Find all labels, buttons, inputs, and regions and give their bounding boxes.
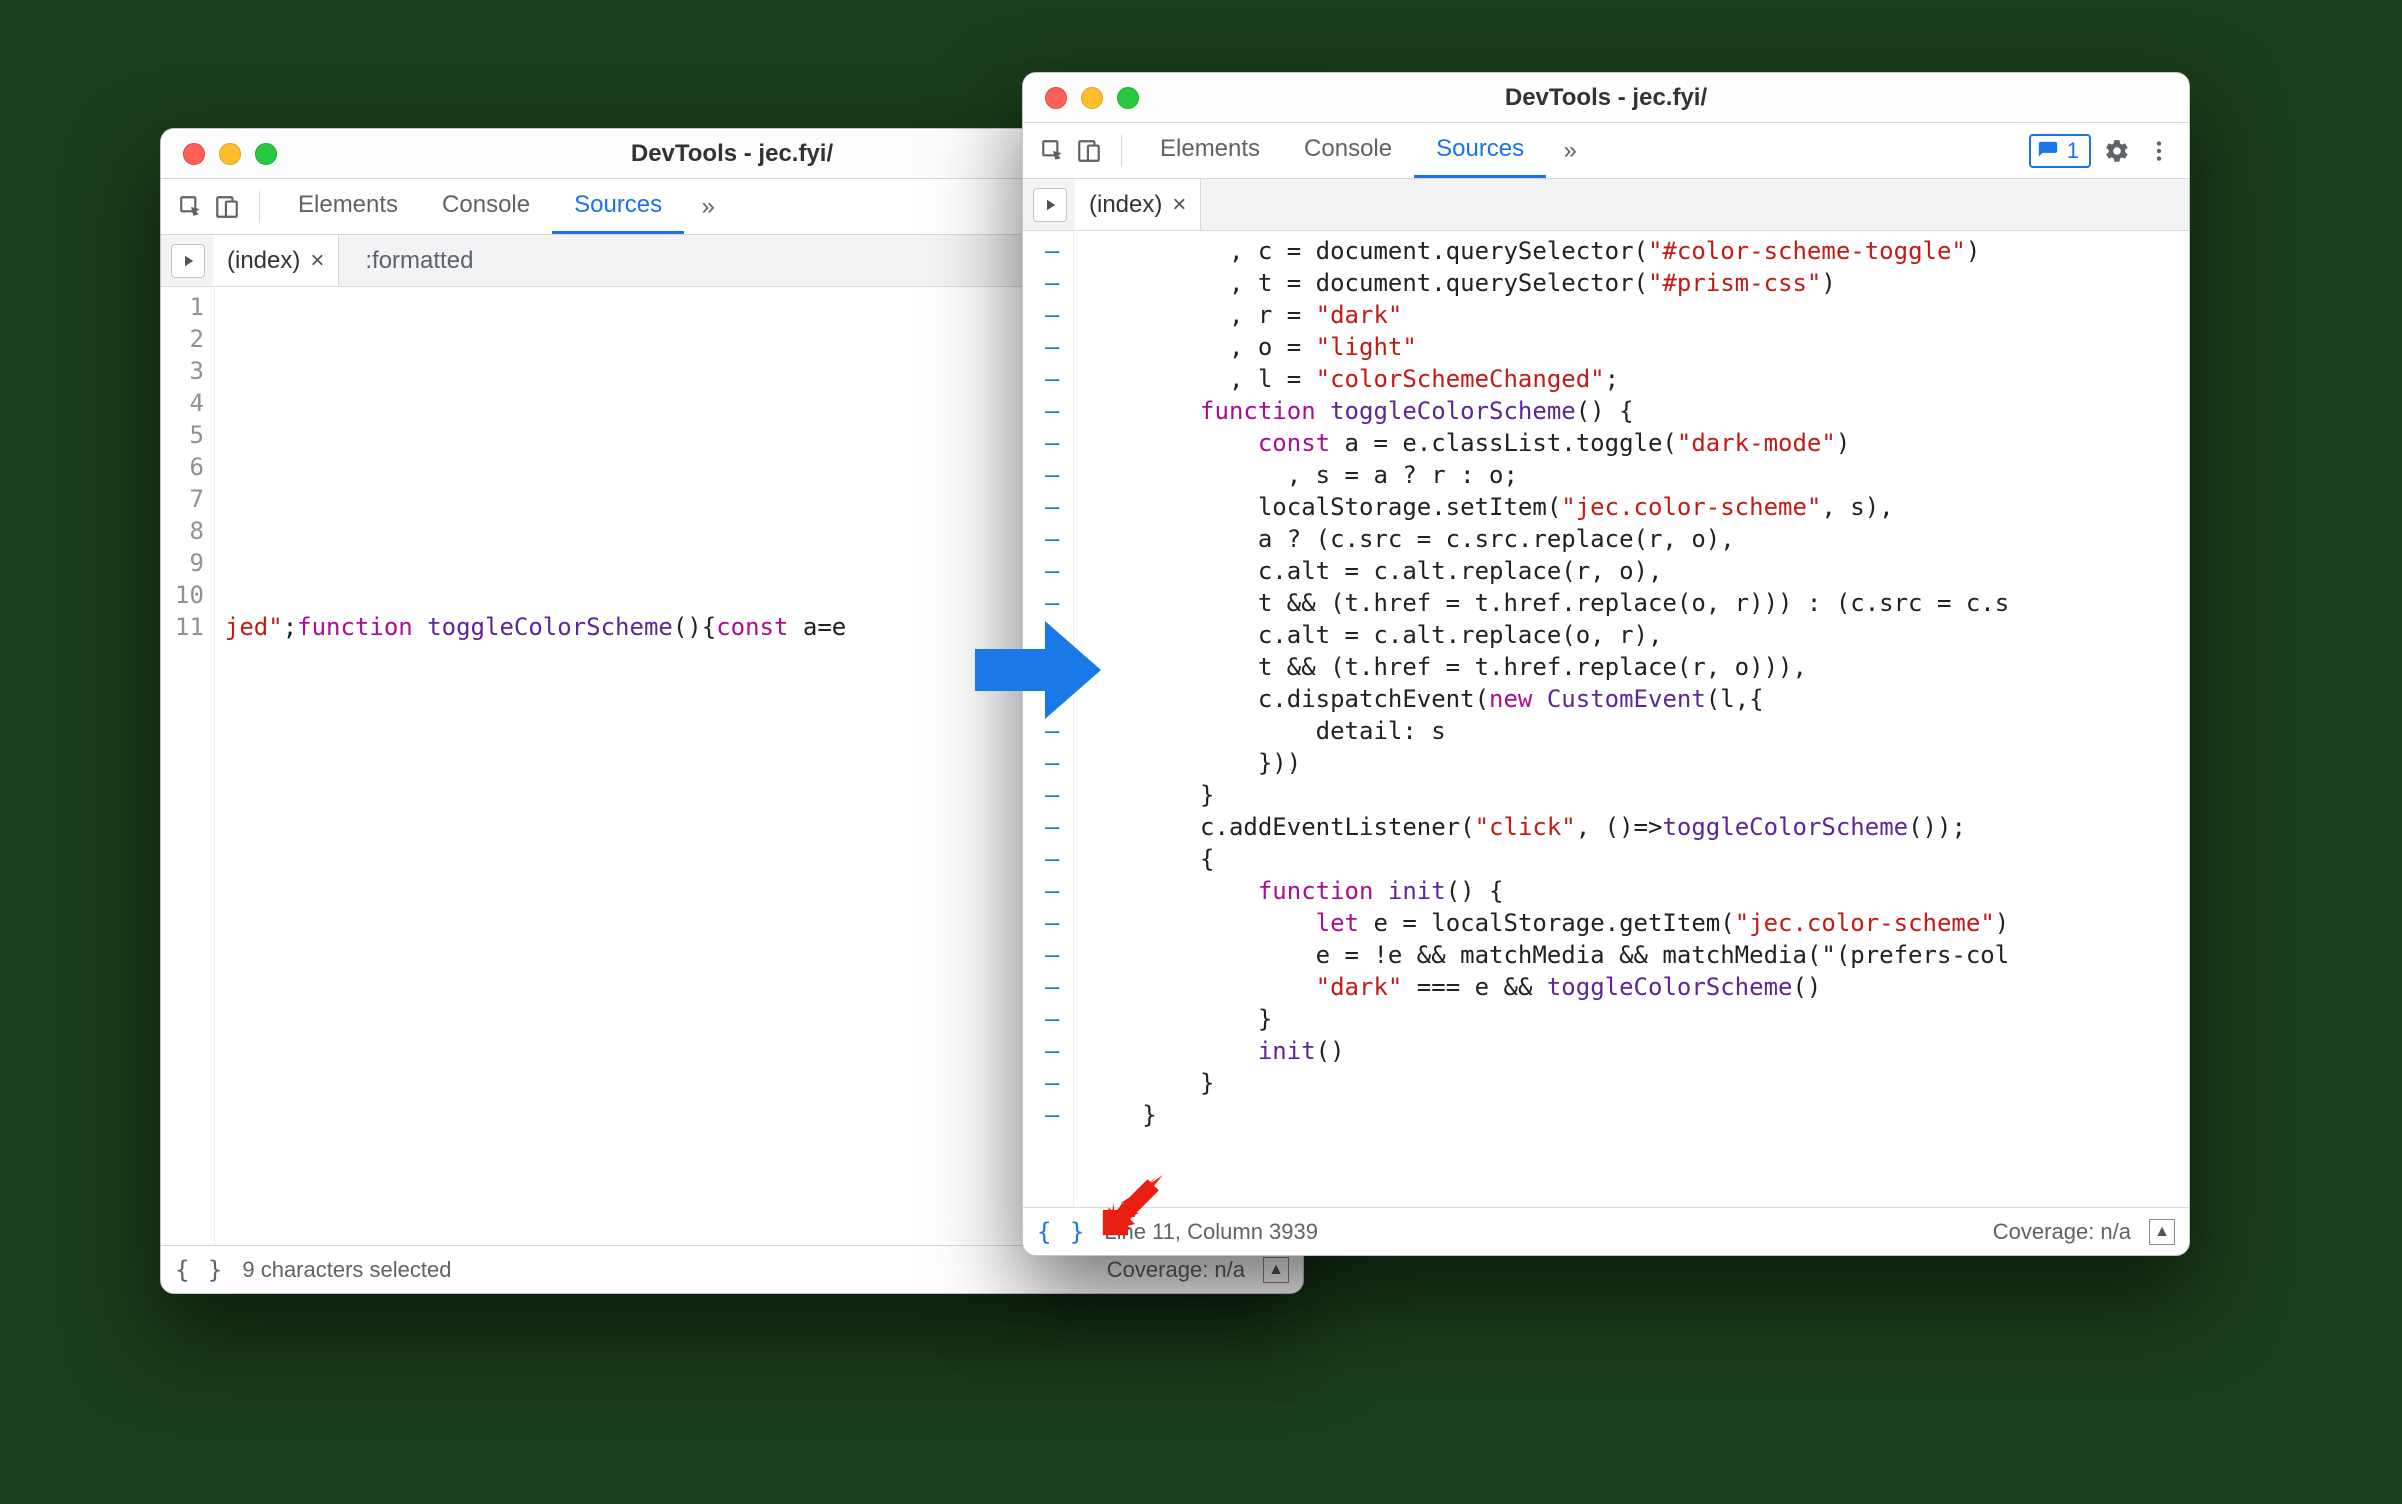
kebab-menu-icon[interactable] — [2143, 135, 2175, 167]
annotation-arrow-blue — [968, 600, 1108, 740]
file-tab-index[interactable]: (index) × — [1075, 179, 1201, 230]
coverage-label: Coverage: n/a — [1107, 1257, 1245, 1283]
tab-sources[interactable]: Sources — [1414, 123, 1546, 178]
traffic-lights — [1023, 87, 1139, 109]
devtools-toolbar: Elements Console Sources » 1 — [1023, 123, 2189, 179]
code-editor[interactable]: –––––––––––––––––––––––––––– , c = docum… — [1023, 231, 2189, 1207]
issues-count: 1 — [2067, 138, 2079, 164]
pretty-print-icon[interactable]: { } — [1037, 1218, 1086, 1246]
inspect-element-icon[interactable] — [1037, 135, 1069, 167]
file-tab-label: (index) — [227, 247, 300, 275]
collapse-drawer-icon[interactable]: ▲ — [1263, 1257, 1289, 1283]
titlebar: DevTools - jec.fyi/ — [1023, 73, 2189, 123]
file-tab-index[interactable]: (index) × — [213, 235, 339, 286]
collapse-drawer-icon[interactable]: ▲ — [2149, 1219, 2175, 1245]
close-tab-icon[interactable]: × — [310, 247, 324, 275]
inspect-element-icon[interactable] — [175, 191, 207, 223]
close-tab-icon[interactable]: × — [1172, 191, 1186, 219]
line-number-gutter: 1 2 3 4 5 6 7 8 9 10 11 — [161, 287, 215, 1245]
panel-tabs: Elements Console Sources — [1138, 123, 1546, 178]
tab-elements[interactable]: Elements — [1138, 123, 1282, 178]
minimize-window-button[interactable] — [219, 143, 241, 165]
annotation-arrow-red — [1100, 1168, 1170, 1238]
pretty-print-icon[interactable]: { } — [175, 1256, 224, 1284]
issues-icon — [2037, 140, 2059, 162]
minimize-window-button[interactable] — [1081, 87, 1103, 109]
statusbar: { } Line 11, Column 3939 Coverage: n/a ▲ — [1023, 1207, 2189, 1255]
device-toolbar-icon[interactable] — [211, 191, 243, 223]
status-text: 9 characters selected — [242, 1257, 451, 1283]
device-toolbar-icon[interactable] — [1073, 135, 1105, 167]
more-tabs-button[interactable]: » — [688, 193, 728, 221]
close-window-button[interactable] — [183, 143, 205, 165]
traffic-lights — [161, 143, 277, 165]
issues-badge[interactable]: 1 — [2029, 134, 2091, 168]
toolbar-separator — [259, 191, 260, 223]
panel-tabs: Elements Console Sources — [276, 179, 684, 234]
file-tabbar: (index) × — [1023, 179, 2189, 231]
more-tabs-button[interactable]: » — [1550, 137, 1590, 165]
navigator-toggle-icon[interactable] — [1033, 188, 1067, 222]
zoom-window-button[interactable] — [255, 143, 277, 165]
formatted-tab-label[interactable]: :formatted — [347, 247, 491, 275]
settings-icon[interactable] — [2101, 135, 2133, 167]
code-content[interactable]: , c = document.querySelector("#color-sch… — [1074, 231, 2189, 1207]
file-tab-label: (index) — [1089, 191, 1162, 219]
tab-console[interactable]: Console — [420, 179, 552, 234]
coverage-label: Coverage: n/a — [1993, 1219, 2131, 1245]
zoom-window-button[interactable] — [1117, 87, 1139, 109]
tab-elements[interactable]: Elements — [276, 179, 420, 234]
window-title: DevTools - jec.fyi/ — [1023, 84, 2189, 112]
tab-console[interactable]: Console — [1282, 123, 1414, 178]
close-window-button[interactable] — [1045, 87, 1067, 109]
devtools-window-right: DevTools - jec.fyi/ Elements Console Sou… — [1022, 72, 2190, 1256]
navigator-toggle-icon[interactable] — [171, 244, 205, 278]
tab-sources[interactable]: Sources — [552, 179, 684, 234]
toolbar-separator — [1121, 135, 1122, 167]
